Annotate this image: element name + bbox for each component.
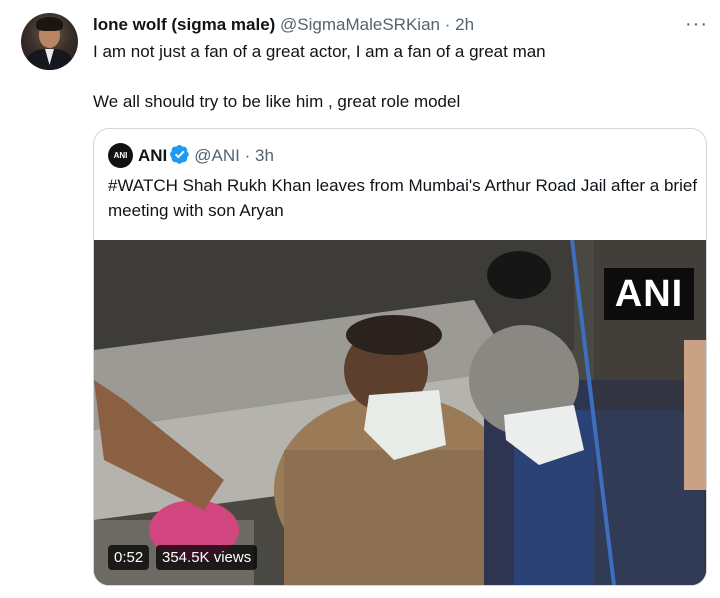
verified-badge-icon [170, 144, 190, 170]
quoted-tweet-text: #WATCH Shah Rukh Khan leaves from Mumbai… [108, 176, 698, 220]
user-handle[interactable]: @SigmaMaleSRKian [280, 15, 440, 34]
quoted-display-name[interactable]: ANI [138, 146, 167, 165]
quoted-user-handle[interactable]: @ANI [194, 146, 240, 165]
quoted-timestamp[interactable]: 3h [255, 146, 274, 165]
video-duration: 0:52 [108, 545, 150, 570]
separator-dot: · [444, 15, 451, 34]
avatar[interactable] [21, 13, 78, 70]
tweet-text-line: We all should try to be like him , great… [93, 92, 461, 111]
quoted-tweet-header: ANI @ANI · 3h [138, 144, 274, 170]
tweet[interactable]: lone wolf (sigma male) @SigmaMaleSRKian … [0, 0, 720, 598]
tweet-text: I am not just a fan of a great actor, I … [93, 41, 693, 113]
separator-dot: · [244, 146, 251, 165]
timestamp[interactable]: 2h [455, 15, 474, 34]
avatar-hair [36, 17, 63, 31]
display-name[interactable]: lone wolf (sigma male) [93, 15, 275, 34]
tweet-header: lone wolf (sigma male) @SigmaMaleSRKian … [93, 14, 474, 36]
ani-watermark: ANI [604, 268, 694, 320]
video-player[interactable]: ANI 0:52 354.5K views [94, 240, 706, 585]
tweet-text-line: I am not just a fan of a great actor, I … [93, 42, 546, 61]
more-horizontal-icon[interactable]: ··· [685, 14, 708, 34]
ani-logo-avatar[interactable]: ANI [108, 143, 133, 168]
quoted-tweet[interactable]: ANI ANI @ANI · 3h #WATCH Shah Rukh Khan l… [93, 128, 707, 586]
video-view-count: 354.5K views [156, 545, 258, 570]
